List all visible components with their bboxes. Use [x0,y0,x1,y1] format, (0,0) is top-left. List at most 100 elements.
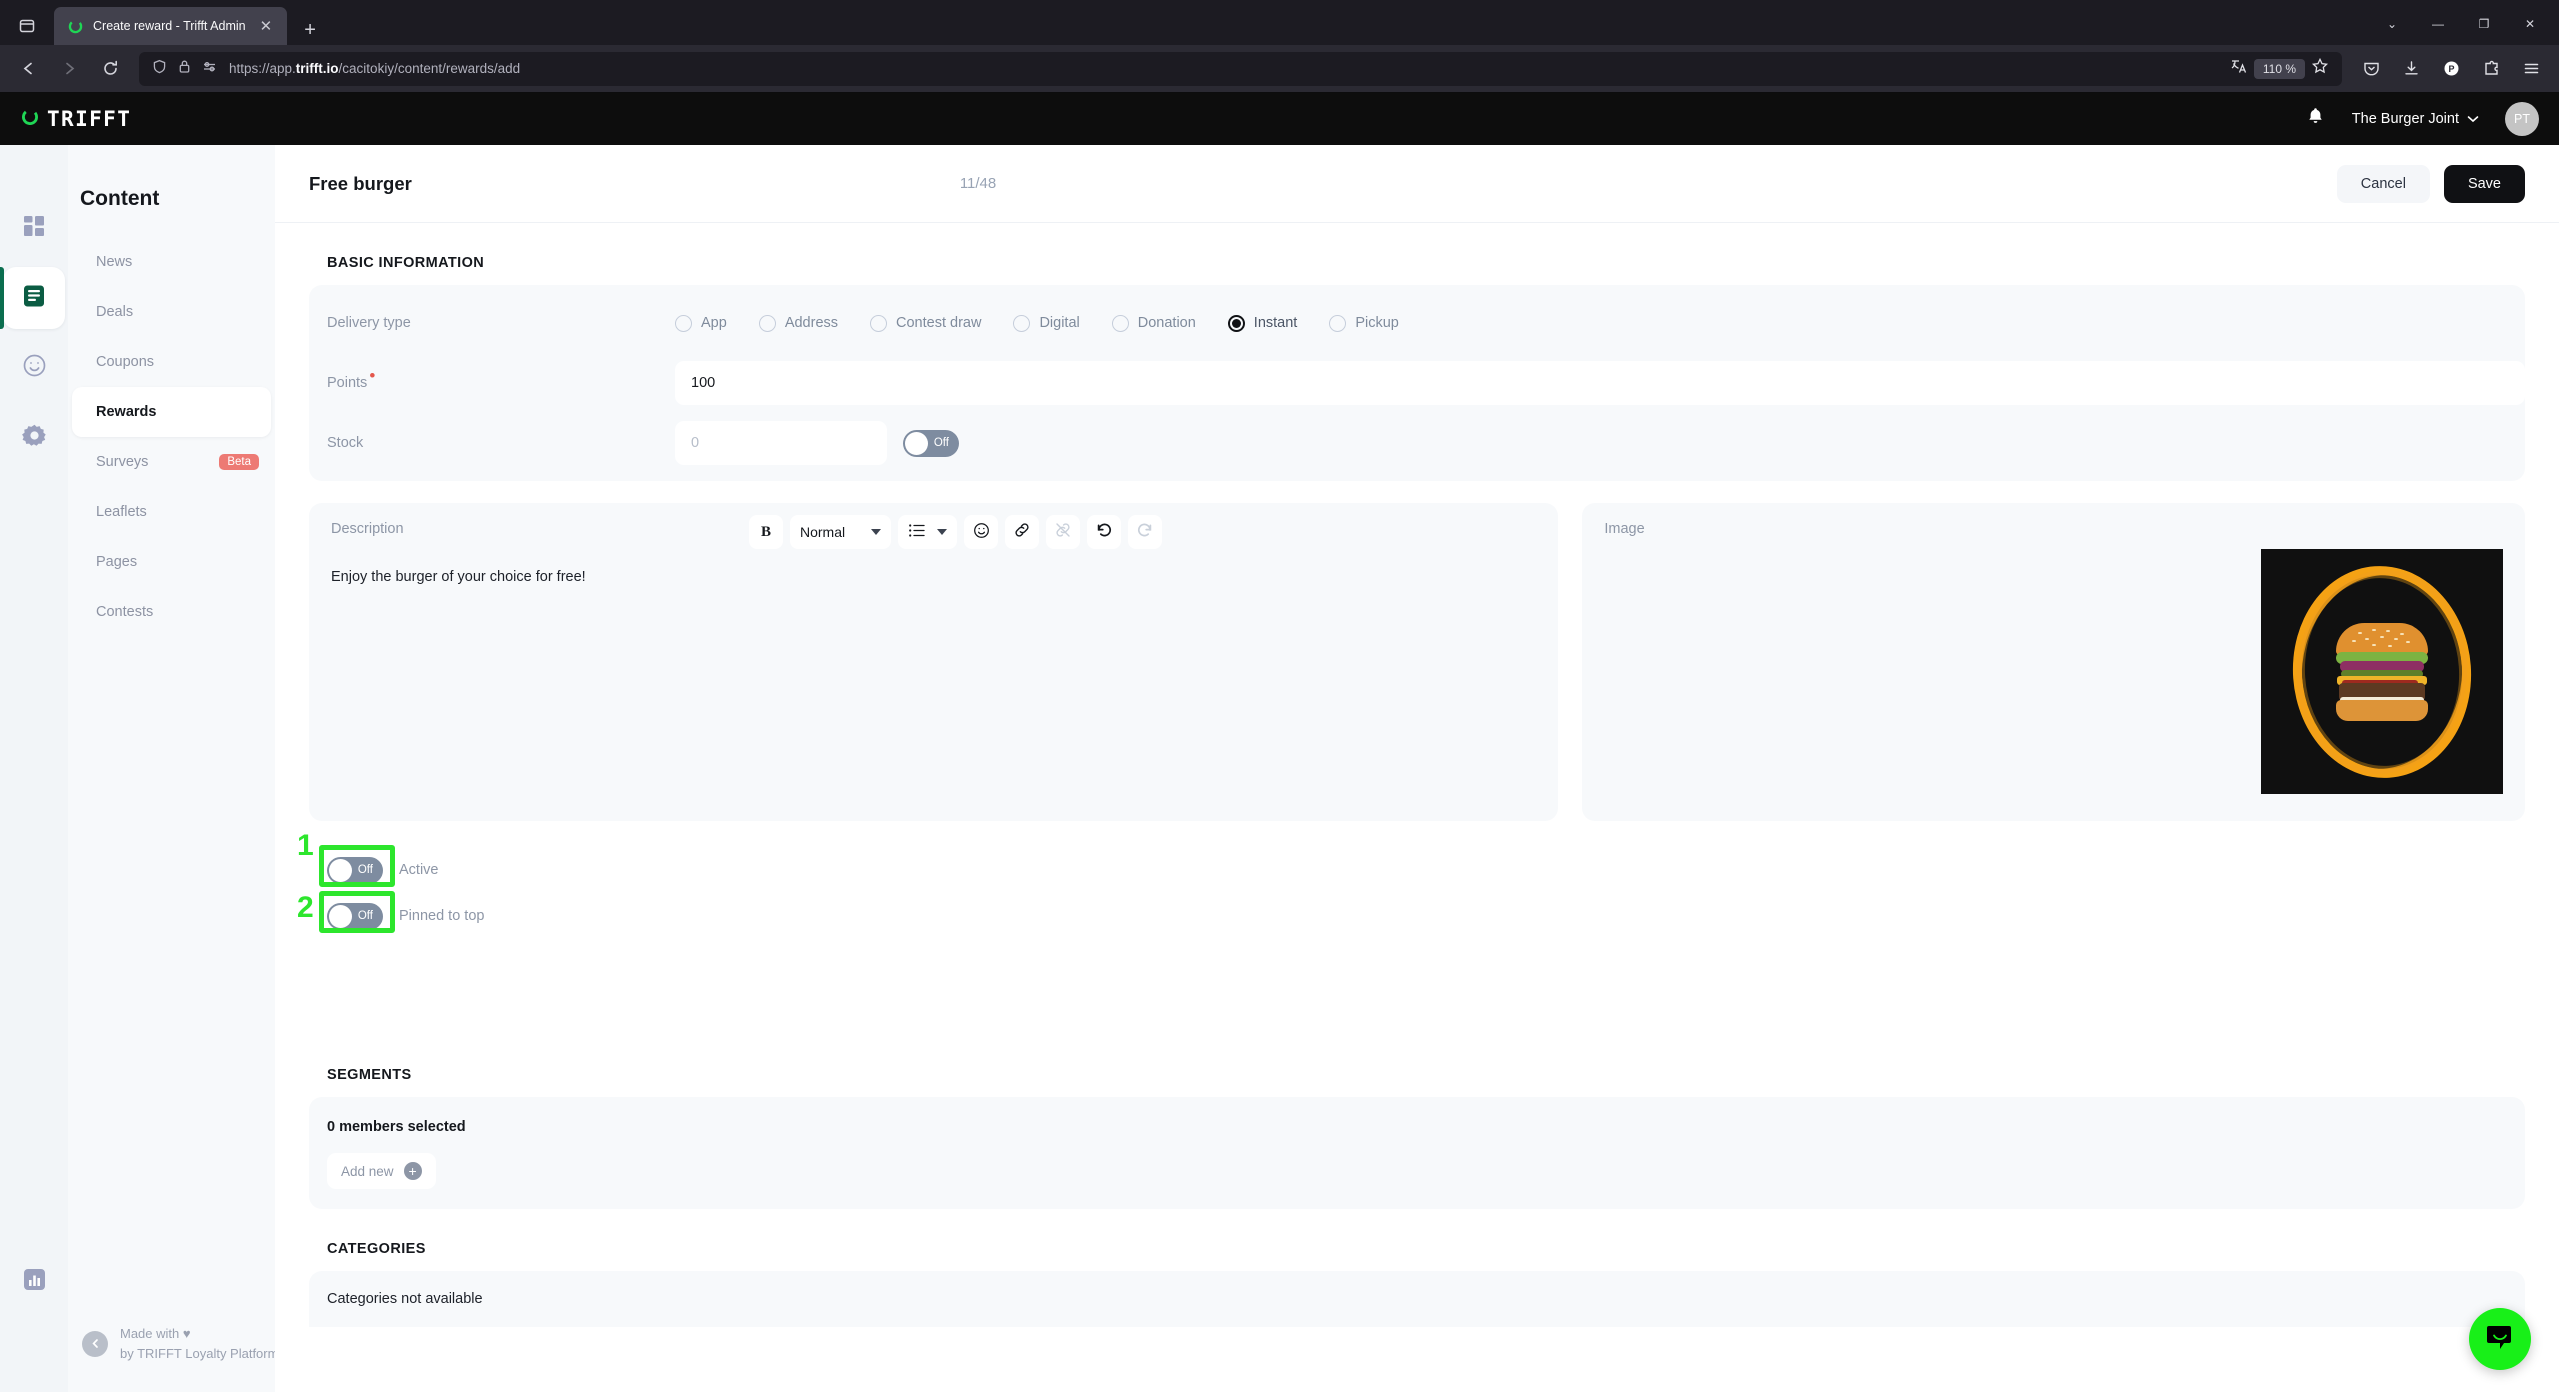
downloads-icon[interactable] [2392,50,2430,88]
permissions-icon[interactable] [202,59,218,79]
field-stock: Stock Off [309,413,2525,473]
radio-app[interactable]: App [675,314,727,332]
shield-icon[interactable] [152,59,167,79]
org-switcher[interactable]: The Burger Joint [2352,111,2479,127]
sidebar-item-label: Surveys [96,454,149,470]
sidebar-item-label: News [96,254,133,270]
rail-item-content[interactable] [0,263,68,333]
field-points: Points • [309,353,2525,413]
redo-icon [1136,521,1154,543]
radio-label: Donation [1137,315,1196,331]
icon-rail [0,145,68,1392]
rail-item-dashboard[interactable] [0,193,68,263]
points-input[interactable] [675,361,2525,405]
text-style-select[interactable]: Normal [790,515,892,549]
sidebar-item-rewards[interactable]: Rewards [72,387,271,437]
annotation-number-1: 1 [297,829,314,862]
sidebar-item-coupons[interactable]: Coupons [72,337,271,387]
rail-item-engagement[interactable] [0,333,68,403]
cancel-button[interactable]: Cancel [2336,164,2430,203]
tab-title: Create reward - Trifft Admin [93,19,246,33]
emoji-button[interactable] [964,515,999,549]
burger-photo[interactable] [2261,549,2503,794]
description-panel: Description B Normal Enjoy the burger of… [309,503,1559,821]
app-body: Content News Deals Coupons Rewards Surve… [0,145,2559,1392]
translate-icon[interactable] [2230,57,2248,80]
maximize-button[interactable]: ❐ [2463,6,2505,42]
chevron-left-icon[interactable] [82,1330,108,1357]
made-with-line1: Made with ♥ [120,1325,191,1341]
pinned-to-top-toggle[interactable]: Off [327,902,383,930]
bell-icon[interactable] [2305,106,2326,132]
radio-contest-draw[interactable]: Contest draw [870,314,982,332]
lock-icon[interactable] [178,59,191,79]
sidebar-item-contests[interactable]: Contests [72,587,271,637]
link-button[interactable] [1005,515,1040,549]
grid-icon [22,214,46,243]
radio-label: Contest draw [896,315,982,331]
sidebar-item-label: Pages [96,554,138,570]
emoji-icon [973,522,990,543]
radio-label: Digital [1039,315,1080,331]
page-title: Free burger [309,172,412,194]
document-icon [21,283,47,314]
stock-toggle[interactable]: Off [903,429,959,457]
minimize-button[interactable]: — [2417,6,2459,42]
browser-toolbar: https://app.trifft.io/cacitokiy/content/… [0,45,2559,93]
chevron-down-icon [937,529,948,535]
active-toggle[interactable]: Off [327,856,383,884]
radio-donation[interactable]: Donation [1111,314,1196,332]
chat-widget-button[interactable] [2469,1308,2531,1370]
forward-icon[interactable] [50,50,88,88]
pocket-icon[interactable] [2352,50,2390,88]
profile-icon[interactable]: P [2432,50,2470,88]
rail-item-analytics[interactable] [0,1269,68,1392]
close-icon[interactable]: ✕ [255,16,278,37]
save-button[interactable]: Save [2443,164,2525,203]
description-text[interactable]: Enjoy the burger of your choice for free… [331,569,1536,585]
bookmark-star-icon[interactable] [2311,57,2329,80]
status-toggles: Off Active Off Pinned to top 1 2 [297,829,2525,939]
radio-circle-icon [1111,314,1129,332]
beta-badge: Beta [219,454,259,470]
radio-digital[interactable]: Digital [1013,314,1080,332]
back-icon[interactable] [9,50,47,88]
pinned-toggle-label: Pinned to top [399,908,485,924]
radio-pickup[interactable]: Pickup [1329,314,1399,332]
browser-tab[interactable]: Create reward - Trifft Admin ✕ [54,7,288,45]
burger-illustration [2336,622,2428,721]
new-tab-button[interactable]: + [296,15,324,45]
url-bar[interactable]: https://app.trifft.io/cacitokiy/content/… [139,51,2342,86]
sidebar-item-label: Rewards [96,404,157,420]
extensions-icon[interactable] [2472,50,2510,88]
pinned-toggle-row: Off Pinned to top [327,893,2525,939]
sidebar-item-surveys[interactable]: Surveys Beta [72,437,271,487]
app-logo[interactable]: TRIFFT [20,107,131,132]
stock-input[interactable] [675,421,887,465]
bold-button[interactable]: B [749,515,783,549]
radio-instant[interactable]: Instant [1227,314,1297,332]
sidebar-item-news[interactable]: News [72,237,271,287]
add-new-segment-button[interactable]: Add new + [327,1153,436,1189]
sidebar-item-leaflets[interactable]: Leaflets [72,487,271,537]
radio-address[interactable]: Address [758,314,838,332]
sidebar-item-deals[interactable]: Deals [72,287,271,337]
list-all-tabs-icon[interactable]: ⌄ [2371,6,2413,42]
sidebar-item-label: Contests [96,604,154,620]
firefox-view-icon[interactable] [8,7,46,45]
radio-circle-selected-icon [1227,314,1245,332]
reload-icon[interactable] [91,50,129,88]
list-select[interactable] [898,515,958,549]
close-window-button[interactable]: ✕ [2509,6,2551,42]
radio-circle-icon [675,314,692,332]
section-basic-information: BASIC INFORMATION [327,255,485,271]
undo-button[interactable] [1087,515,1122,549]
form-scroll-area: BASIC INFORMATION Delivery type App Addr… [275,223,2559,1392]
avatar[interactable]: PT [2505,102,2539,136]
rail-item-settings[interactable] [0,403,68,473]
app-menu-icon[interactable] [2512,50,2550,88]
sidebar-item-pages[interactable]: Pages [72,537,271,587]
radio-label: App [701,315,727,331]
field-delivery-type: Delivery type App Address Contest draw D… [309,293,2525,353]
zoom-level-badge[interactable]: 110 % [2253,58,2305,79]
